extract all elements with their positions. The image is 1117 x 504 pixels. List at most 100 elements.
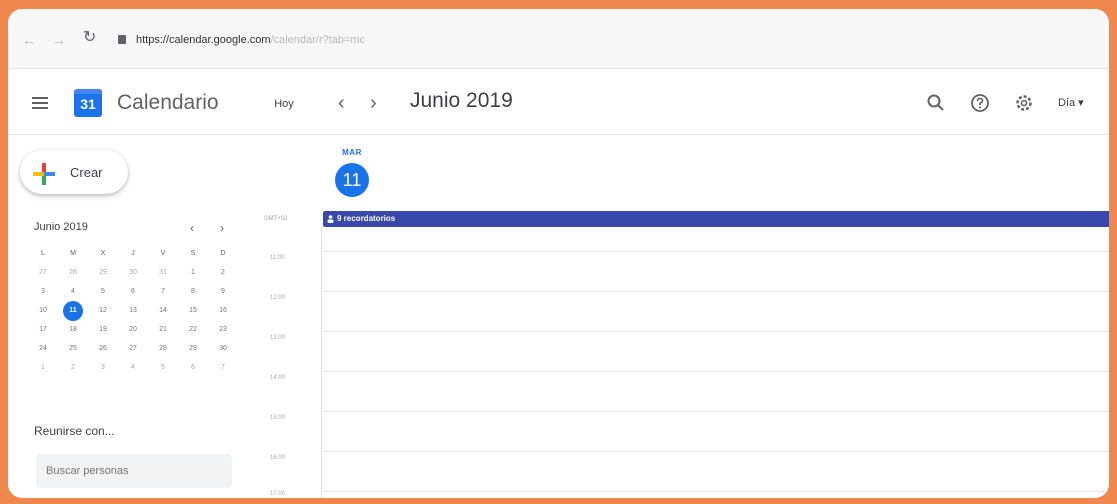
create-button[interactable]: Crear: [20, 150, 128, 194]
mini-day[interactable]: 5: [148, 358, 178, 377]
create-button-label: Crear: [70, 165, 103, 180]
mini-day[interactable]: 13: [118, 301, 148, 320]
mini-day[interactable]: 19: [88, 320, 118, 339]
mini-day[interactable]: 29: [178, 339, 208, 358]
mini-chevron-right-icon[interactable]: ›: [220, 221, 224, 235]
mini-day[interactable]: 26: [88, 339, 118, 358]
help-icon[interactable]: [970, 93, 990, 113]
chevron-right-icon[interactable]: ›: [370, 90, 377, 116]
hour-gridline: [322, 451, 1109, 452]
weekday-label: L: [41, 250, 45, 257]
screenshot-frame: ← → ↻ https://calendar.google.com/calend…: [8, 9, 1109, 498]
period-title: Junio 2019: [410, 89, 513, 112]
mini-day[interactable]: 20: [118, 320, 148, 339]
weekday-label: J: [131, 250, 135, 257]
url-host: https://calendar.google.com: [136, 34, 271, 46]
mini-day[interactable]: 16: [208, 301, 238, 320]
hour-gridline: [322, 411, 1109, 412]
url-path: /calendar/r?tab=mc: [270, 34, 365, 46]
mini-day[interactable]: 7: [148, 282, 178, 301]
mini-day[interactable]: 14: [148, 301, 178, 320]
hour-gridline: [322, 291, 1109, 292]
mini-day[interactable]: 25: [58, 339, 88, 358]
mini-week-row: 17 18 19 20 21 22 23: [28, 320, 238, 339]
hour-label: 13:00: [270, 335, 286, 341]
day-number-badge[interactable]: 11: [335, 163, 369, 197]
weekday-label: M: [70, 250, 76, 257]
selected-day-number: 11: [63, 301, 83, 321]
mini-day[interactable]: 8: [178, 282, 208, 301]
gear-icon[interactable]: [1014, 93, 1034, 113]
mini-day[interactable]: 2: [208, 263, 238, 282]
mini-day[interactable]: 6: [118, 282, 148, 301]
browser-toolbar: ← → ↻ https://calendar.google.com/calend…: [8, 9, 1109, 69]
mini-calendar-grid: L M X J V S D 27 28 29 30 31 1 2 3 4 5 6…: [28, 244, 238, 377]
mini-day[interactable]: 6: [178, 358, 208, 377]
mini-day[interactable]: 4: [118, 358, 148, 377]
mini-week-row: 1 2 3 4 5 6 7: [28, 358, 238, 377]
mini-day[interactable]: 28: [58, 263, 88, 282]
reminders-chip[interactable]: 9 recordatorios: [323, 211, 1109, 227]
chevron-left-icon[interactable]: ‹: [338, 90, 345, 116]
hour-label: 17:00: [270, 491, 286, 497]
day-view: MAR 11 GMT+02 9 recordatorios 11:00 12:0…: [248, 136, 1109, 498]
hamburger-menu-icon[interactable]: [32, 97, 48, 109]
mini-day[interactable]: 31: [148, 263, 178, 282]
hour-gridline: [322, 491, 1109, 492]
reload-icon[interactable]: ↻: [83, 30, 96, 46]
hour-gridline: [322, 371, 1109, 372]
hour-label: 16:00: [270, 455, 286, 461]
weekday-label: MAR: [342, 148, 362, 157]
view-selector[interactable]: Día ▾: [1058, 93, 1084, 113]
lock-icon: [118, 35, 126, 44]
mini-calendar-header: Junio 2019 ‹ ›: [34, 221, 234, 237]
forward-arrow-icon[interactable]: →: [52, 33, 66, 47]
app-title: Calendario: [117, 91, 219, 114]
mini-day[interactable]: 9: [208, 282, 238, 301]
mini-day[interactable]: 27: [28, 263, 58, 282]
mini-day[interactable]: 23: [208, 320, 238, 339]
search-icon[interactable]: [926, 93, 946, 113]
mini-day[interactable]: 18: [58, 320, 88, 339]
hour-label: 11:00: [270, 255, 285, 261]
mini-calendar-title: Junio 2019: [34, 221, 88, 233]
today-button[interactable]: Hoy: [264, 91, 304, 117]
mini-day[interactable]: 3: [28, 282, 58, 301]
day-column-header: MAR 11: [332, 148, 372, 197]
mini-day[interactable]: 4: [58, 282, 88, 301]
mini-day[interactable]: 30: [118, 263, 148, 282]
mini-day[interactable]: 21: [148, 320, 178, 339]
mini-day-selected[interactable]: 11: [58, 301, 88, 321]
mini-day[interactable]: 22: [178, 320, 208, 339]
mini-day[interactable]: 30: [208, 339, 238, 358]
grid-divider: [321, 228, 322, 498]
mini-day[interactable]: 3: [88, 358, 118, 377]
meet-with-title: Reunirse con...: [34, 424, 115, 438]
mini-day[interactable]: 29: [88, 263, 118, 282]
logo-day: 31: [80, 96, 96, 112]
mini-weekday-row: L M X J V S D: [28, 244, 238, 263]
weekday-label: D: [220, 250, 226, 257]
mini-day[interactable]: 10: [28, 301, 58, 320]
mini-chevron-left-icon[interactable]: ‹: [190, 221, 194, 235]
mini-day[interactable]: 1: [28, 358, 58, 377]
hour-label: 14:00: [270, 375, 286, 381]
address-bar[interactable]: https://calendar.google.com/calendar/r?t…: [118, 29, 1098, 51]
mini-day[interactable]: 7: [208, 358, 238, 377]
people-search-input[interactable]: [36, 454, 232, 488]
mini-week-row: 3 4 5 6 7 8 9: [28, 282, 238, 301]
mini-day[interactable]: 1: [178, 263, 208, 282]
mini-day[interactable]: 12: [88, 301, 118, 320]
mini-day[interactable]: 27: [118, 339, 148, 358]
mini-day[interactable]: 2: [58, 358, 88, 377]
mini-day[interactable]: 15: [178, 301, 208, 320]
mini-day[interactable]: 5: [88, 282, 118, 301]
hour-gridline: [322, 331, 1109, 332]
mini-day[interactable]: 17: [28, 320, 58, 339]
back-arrow-icon[interactable]: ←: [22, 33, 36, 47]
mini-day[interactable]: 24: [28, 339, 58, 358]
reminders-label: 9 recordatorios: [337, 214, 396, 223]
hour-label: 15:00: [270, 415, 286, 421]
mini-day[interactable]: 28: [148, 339, 178, 358]
mini-week-row: 10 11 12 13 14 15 16: [28, 301, 238, 321]
